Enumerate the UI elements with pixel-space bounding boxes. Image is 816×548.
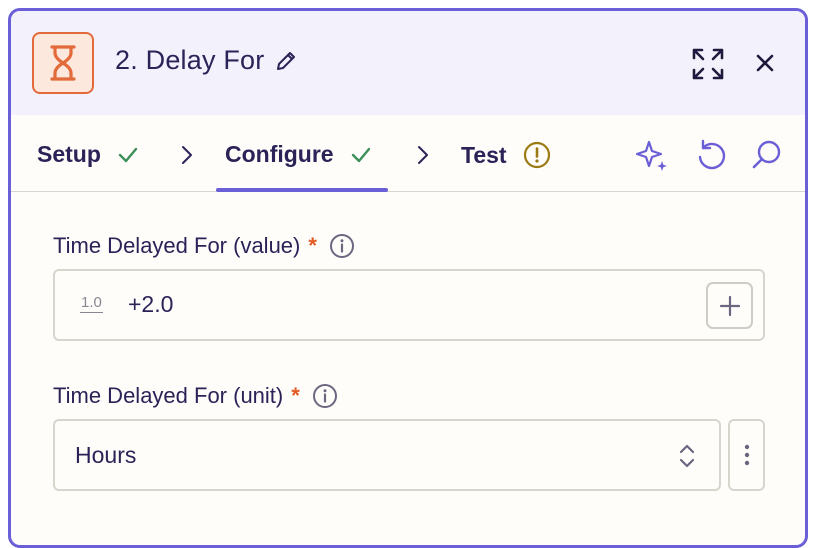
tab-configure-label: Configure <box>225 141 334 167</box>
undo-icon[interactable] <box>694 138 728 172</box>
value-input[interactable]: 1.0 +2.0 <box>53 269 765 341</box>
kebab-menu-icon <box>744 444 749 466</box>
number-type-badge: 1.0 <box>80 294 103 313</box>
active-tab-indicator <box>216 188 388 192</box>
unit-field-label: Time Delayed For (unit) * <box>53 383 338 409</box>
insert-data-button[interactable] <box>706 282 753 329</box>
delay-app-icon <box>32 32 94 94</box>
unit-field-label-text: Time Delayed For (unit) <box>53 383 284 408</box>
tab-test-label: Test <box>461 141 507 168</box>
required-marker: * <box>308 233 317 258</box>
value-field-label-text: Time Delayed For (value) <box>53 233 301 258</box>
hourglass-icon <box>50 45 76 81</box>
expand-icon[interactable] <box>691 47 725 81</box>
title-wrap: 2. Delay For <box>115 45 298 76</box>
step-title: 2. Delay For <box>115 45 265 75</box>
pencil-icon[interactable] <box>274 49 298 73</box>
step-tabs: Setup Configure Test <box>11 115 805 192</box>
tab-configure[interactable]: Configure <box>225 141 372 168</box>
unit-select[interactable]: Hours <box>53 419 721 491</box>
step-editor-panel: 2. Delay For Setup Configure Test Time D… <box>8 8 808 548</box>
required-marker: * <box>291 383 300 408</box>
tab-setup-label: Setup <box>37 141 101 167</box>
unit-select-value: Hours <box>75 442 137 468</box>
sparkle-icon[interactable] <box>635 138 669 172</box>
check-icon <box>351 147 370 162</box>
close-icon[interactable] <box>753 51 777 75</box>
field-options-button[interactable] <box>728 419 765 491</box>
step-header: 2. Delay For <box>11 11 805 115</box>
plus-icon <box>719 295 740 316</box>
value-input-text: +2.0 <box>128 291 174 317</box>
info-icon[interactable] <box>312 383 338 409</box>
info-icon[interactable] <box>329 233 355 259</box>
chevron-up-down-icon <box>679 444 695 468</box>
tab-setup[interactable]: Setup <box>37 141 139 168</box>
check-icon <box>118 147 138 162</box>
chevron-right-icon <box>182 146 192 164</box>
warning-icon <box>523 141 550 169</box>
tab-test[interactable]: Test <box>461 141 551 169</box>
value-field-label: Time Delayed For (value) * <box>53 233 355 259</box>
chevron-right-icon <box>418 146 428 164</box>
search-icon[interactable] <box>750 138 784 172</box>
